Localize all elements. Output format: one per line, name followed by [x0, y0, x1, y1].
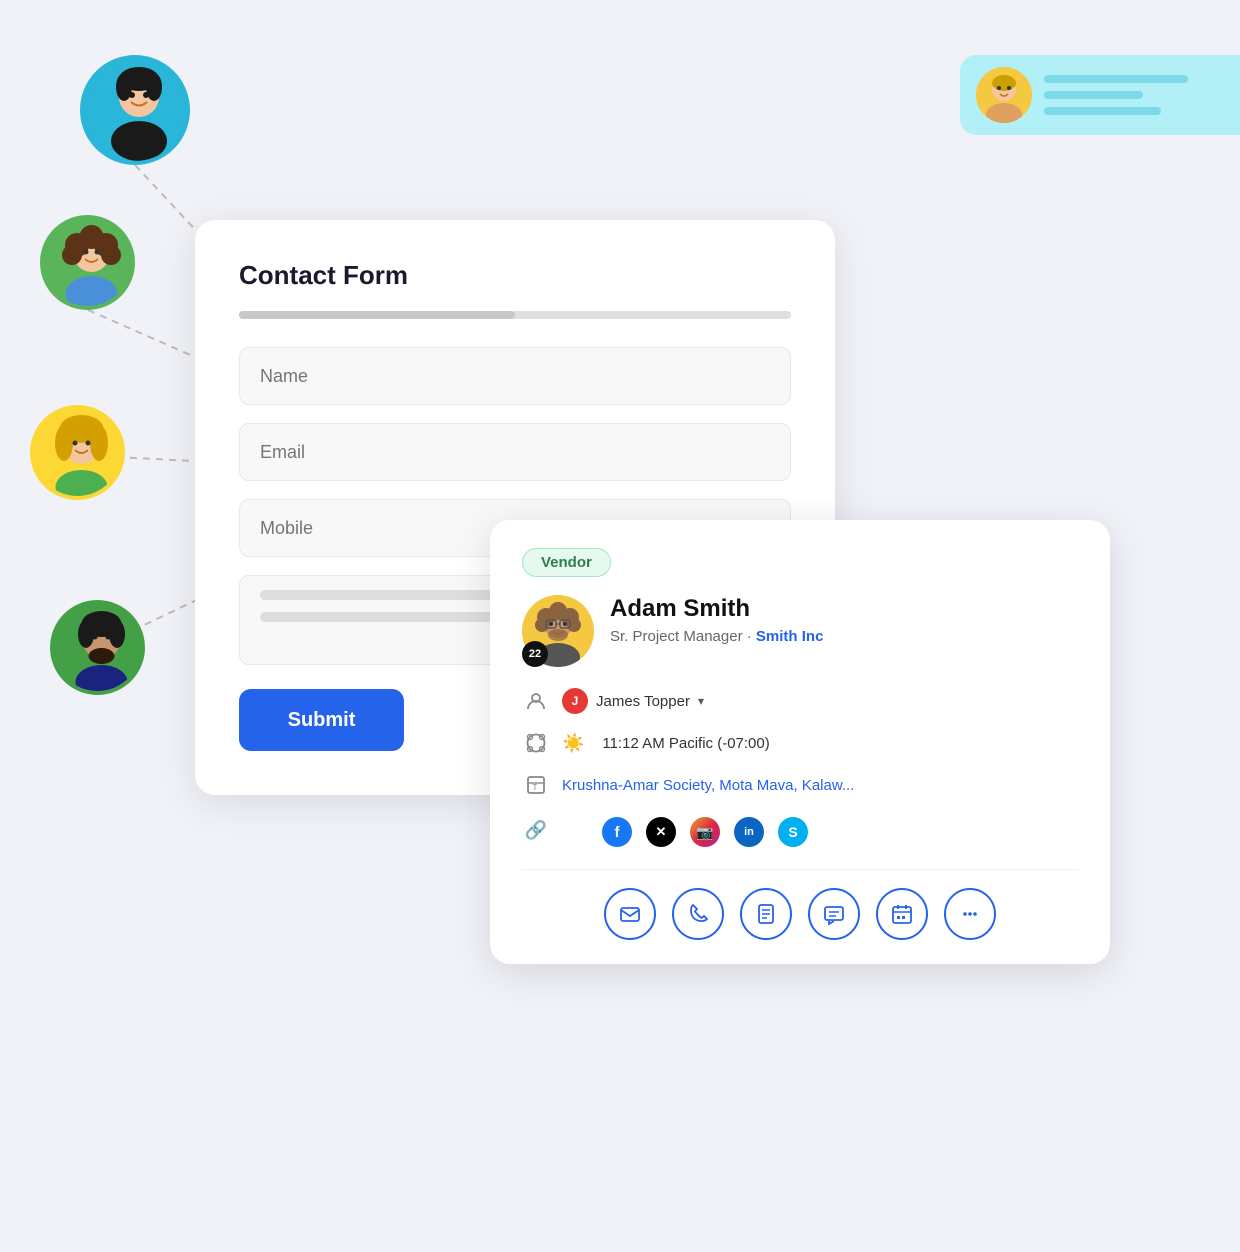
chevron-down-icon[interactable]: ▾ [698, 694, 704, 708]
address-row: T Krushna-Amar Society, Mota Mava, Kalaw… [522, 771, 1078, 799]
facebook-icon[interactable]: f [602, 817, 632, 847]
form-progress-bar [239, 311, 791, 319]
svg-text:T: T [533, 783, 538, 792]
social-row: 🔗 f ✕ 📷 in S [522, 813, 1078, 847]
floating-avatar-3 [30, 405, 125, 500]
time-row: ☀️ 11:12 AM Pacific (-07:00) [522, 729, 1078, 757]
floating-avatar-1 [80, 55, 190, 165]
card-line-2 [1044, 91, 1143, 99]
contact-avatar-wrap: 22 [522, 595, 594, 667]
floating-avatar-4 [50, 600, 145, 695]
instagram-icon[interactable]: 📷 [690, 817, 720, 847]
person-icon [522, 687, 550, 715]
owner-info: J James Topper ▾ [562, 688, 704, 714]
calendar-action-button[interactable] [876, 888, 928, 940]
contact-detail-card: Vendor [490, 520, 1110, 964]
form-progress-fill [239, 311, 515, 319]
contact-badge-number: 22 [522, 641, 548, 667]
owner-avatar: J [562, 688, 588, 714]
top-right-card [960, 55, 1240, 135]
contact-info: Adam Smith Sr. Project Manager · Smith I… [610, 595, 823, 645]
note-action-button[interactable] [740, 888, 792, 940]
more-action-button[interactable] [944, 888, 996, 940]
top-right-avatar [976, 67, 1032, 123]
contact-name: Adam Smith [610, 595, 823, 624]
form-title: Contact Form [239, 260, 791, 291]
owner-name: James Topper [596, 693, 690, 710]
address-text: Krushna-Amar Society, Mota Mava, Kalaw..… [562, 777, 854, 794]
link-icon: 🔗 [522, 816, 550, 844]
sun-icon: ☀️ [562, 733, 584, 754]
time-icon [522, 729, 550, 757]
social-icons: f ✕ 📷 in S [602, 817, 808, 847]
skype-icon[interactable]: S [778, 817, 808, 847]
contact-company: Smith Inc [756, 628, 824, 645]
contact-role: Sr. Project Manager · Smith Inc [610, 628, 823, 645]
action-bar [522, 869, 1078, 940]
name-input[interactable] [239, 347, 791, 405]
floating-avatar-2 [40, 215, 135, 310]
submit-button[interactable]: Submit [239, 689, 404, 751]
address-icon: T [522, 771, 550, 799]
owner-row: J James Topper ▾ [522, 687, 1078, 715]
message-action-button[interactable] [808, 888, 860, 940]
email-action-button[interactable] [604, 888, 656, 940]
top-right-card-lines [1044, 75, 1224, 115]
twitter-x-icon[interactable]: ✕ [646, 817, 676, 847]
card-line-1 [1044, 75, 1188, 83]
email-input[interactable] [239, 423, 791, 481]
phone-action-button[interactable] [672, 888, 724, 940]
contact-header: 22 Adam Smith Sr. Project Manager · Smit… [522, 595, 1078, 667]
time-text: 11:12 AM Pacific (-07:00) [602, 735, 769, 752]
card-line-3 [1044, 107, 1161, 115]
vendor-badge: Vendor [522, 548, 611, 577]
linkedin-icon[interactable]: in [734, 817, 764, 847]
